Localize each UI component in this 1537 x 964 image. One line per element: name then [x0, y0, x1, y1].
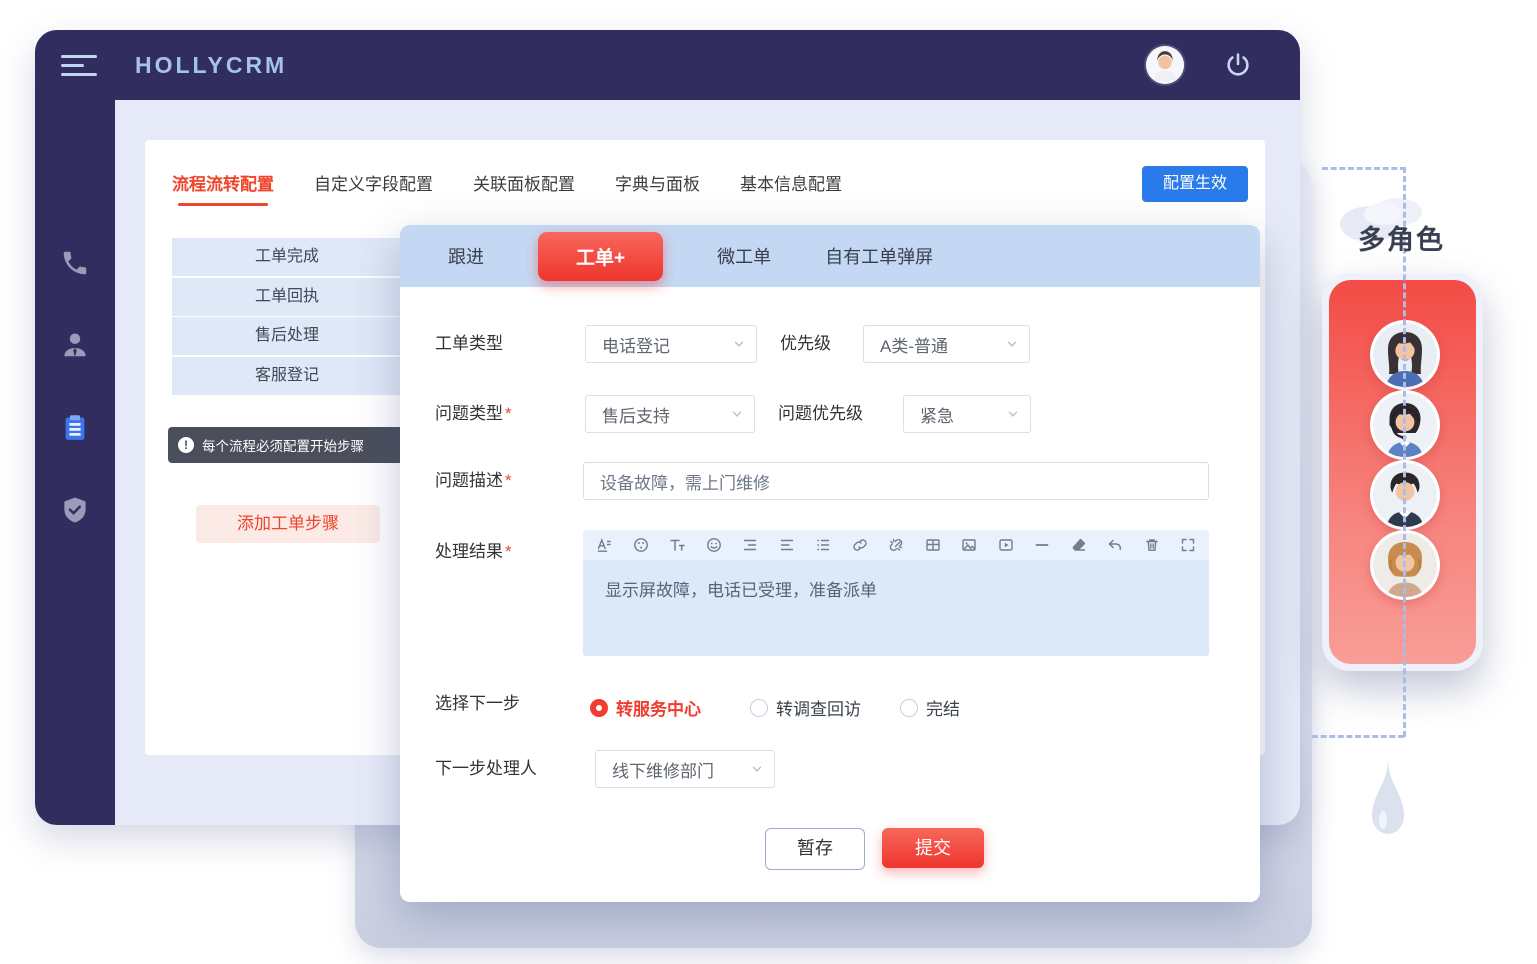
shield-check-icon[interactable] [60, 495, 90, 525]
radio-transfer-service-center[interactable]: 转服务中心 [590, 695, 701, 720]
tab-custom-fields-config[interactable]: 自定义字段配置 [314, 170, 433, 195]
screenshot-root: HOLLYCRM [0, 0, 1537, 964]
workflow-notice-tooltip: ! 每个流程必须配置开始步骤 [168, 427, 412, 463]
align-left-icon[interactable] [778, 536, 796, 554]
workflow-step-row[interactable]: 工单完成 [172, 238, 402, 276]
phone-icon[interactable] [60, 248, 90, 278]
editor-toolbar [583, 530, 1209, 560]
radio-unselected-icon [750, 699, 768, 717]
issue-priority-select[interactable]: 紧急 [903, 395, 1031, 433]
tab-ticket-plus[interactable]: 工单+ [538, 232, 663, 281]
trash-icon[interactable] [1143, 536, 1161, 554]
issue-desc-input[interactable]: 设备故障，需上门维修 [583, 462, 1209, 500]
config-tabs: 流程流转配置 自定义字段配置 关联面板配置 字典与面板 基本信息配置 [172, 162, 842, 202]
chevron-down-icon [1005, 337, 1019, 351]
radio-transfer-survey-callback[interactable]: 转调查回访 [750, 695, 861, 720]
issue-priority-label: 问题优先级 [778, 395, 863, 433]
ticket-type-select[interactable]: 电话登记 [585, 325, 757, 363]
radio-selected-icon [590, 699, 608, 717]
workflow-step-row[interactable]: 售后处理 [172, 317, 402, 355]
tab-own-ticket-popup[interactable]: 自有工单弹屏 [825, 243, 933, 269]
tab-follow-up[interactable]: 跟进 [448, 243, 484, 269]
unlink-icon[interactable] [887, 536, 905, 554]
next-step-label: 选择下一步 [435, 687, 520, 721]
image-icon[interactable] [960, 536, 978, 554]
ticket-type-label: 工单类型 [435, 325, 503, 363]
emoji-icon[interactable] [705, 536, 723, 554]
save-draft-button[interactable]: 暂存 [765, 828, 865, 870]
app-title: HOLLYCRM [135, 30, 287, 100]
next-handler-label: 下一步处理人 [435, 750, 537, 788]
chevron-down-icon [1006, 407, 1020, 421]
user-avatar[interactable] [1146, 46, 1184, 84]
apply-config-button[interactable]: 配置生效 [1142, 166, 1248, 202]
result-textarea[interactable]: 显示屏故障，电话已受理，准备派单 [583, 560, 1209, 656]
video-icon[interactable] [997, 536, 1015, 554]
add-step-button[interactable]: 添加工单步骤 [196, 505, 380, 543]
link-icon[interactable] [851, 536, 869, 554]
multi-role-title: 多角色 [1358, 218, 1445, 257]
font-size-icon[interactable] [668, 536, 686, 554]
radio-finish[interactable]: 完结 [900, 695, 960, 720]
next-handler-select[interactable]: 线下维修部门 [595, 750, 775, 788]
tab-process-flow-config[interactable]: 流程流转配置 [172, 170, 274, 195]
issue-type-label: 问题类型* [435, 395, 512, 433]
tab-micro-ticket[interactable]: 微工单 [717, 243, 771, 269]
priority-label: 优先级 [780, 325, 831, 363]
fullscreen-icon[interactable] [1179, 536, 1197, 554]
clipboard-icon[interactable] [60, 413, 90, 443]
dashed-line-top [1322, 167, 1406, 170]
priority-select[interactable]: A类-普通 [863, 325, 1030, 363]
color-palette-icon[interactable] [632, 536, 650, 554]
female-user-icon [1146, 46, 1184, 84]
modal-tabbar: 跟进 工单+ 微工单 自有工单弹屏 [400, 225, 1260, 287]
tab-dictionary-panel[interactable]: 字典与面板 [615, 170, 700, 195]
chevron-down-icon [730, 407, 744, 421]
submit-button[interactable]: 提交 [882, 828, 984, 868]
sidebar [35, 100, 115, 825]
workflow-step-row[interactable]: 工单回执 [172, 278, 402, 316]
issue-type-select[interactable]: 售后支持 [585, 395, 755, 433]
menu-icon[interactable] [61, 55, 97, 77]
teardrop-shape [1368, 758, 1408, 860]
person-icon[interactable] [60, 330, 90, 360]
indent-icon[interactable] [741, 536, 759, 554]
chevron-down-icon [750, 762, 764, 776]
bullet-list-icon[interactable] [814, 536, 832, 554]
workflow-step-row[interactable]: 客服登记 [172, 357, 402, 395]
tab-linked-panel-config[interactable]: 关联面板配置 [473, 170, 575, 195]
issue-desc-label: 问题描述* [435, 462, 512, 500]
power-icon[interactable] [1224, 51, 1252, 79]
horizontal-rule-icon[interactable] [1033, 536, 1051, 554]
table-icon[interactable] [924, 536, 942, 554]
exclamation-icon: ! [178, 437, 194, 453]
notice-text: 每个流程必须配置开始步骤 [202, 435, 364, 455]
result-editor: 显示屏故障，电话已受理，准备派单 [583, 530, 1209, 656]
eraser-icon[interactable] [1070, 536, 1088, 554]
undo-icon[interactable] [1106, 536, 1124, 554]
radio-unselected-icon [900, 699, 918, 717]
result-label: 处理结果* [435, 533, 512, 571]
chevron-down-icon [732, 337, 746, 351]
tab-basic-info-config[interactable]: 基本信息配置 [740, 170, 842, 195]
font-format-icon[interactable] [595, 536, 613, 554]
dashed-line-bottom [1312, 735, 1404, 738]
ticket-modal: 跟进 工单+ 微工单 自有工单弹屏 工单类型 电话登记 优先级 A类-普通 问题… [400, 225, 1260, 902]
